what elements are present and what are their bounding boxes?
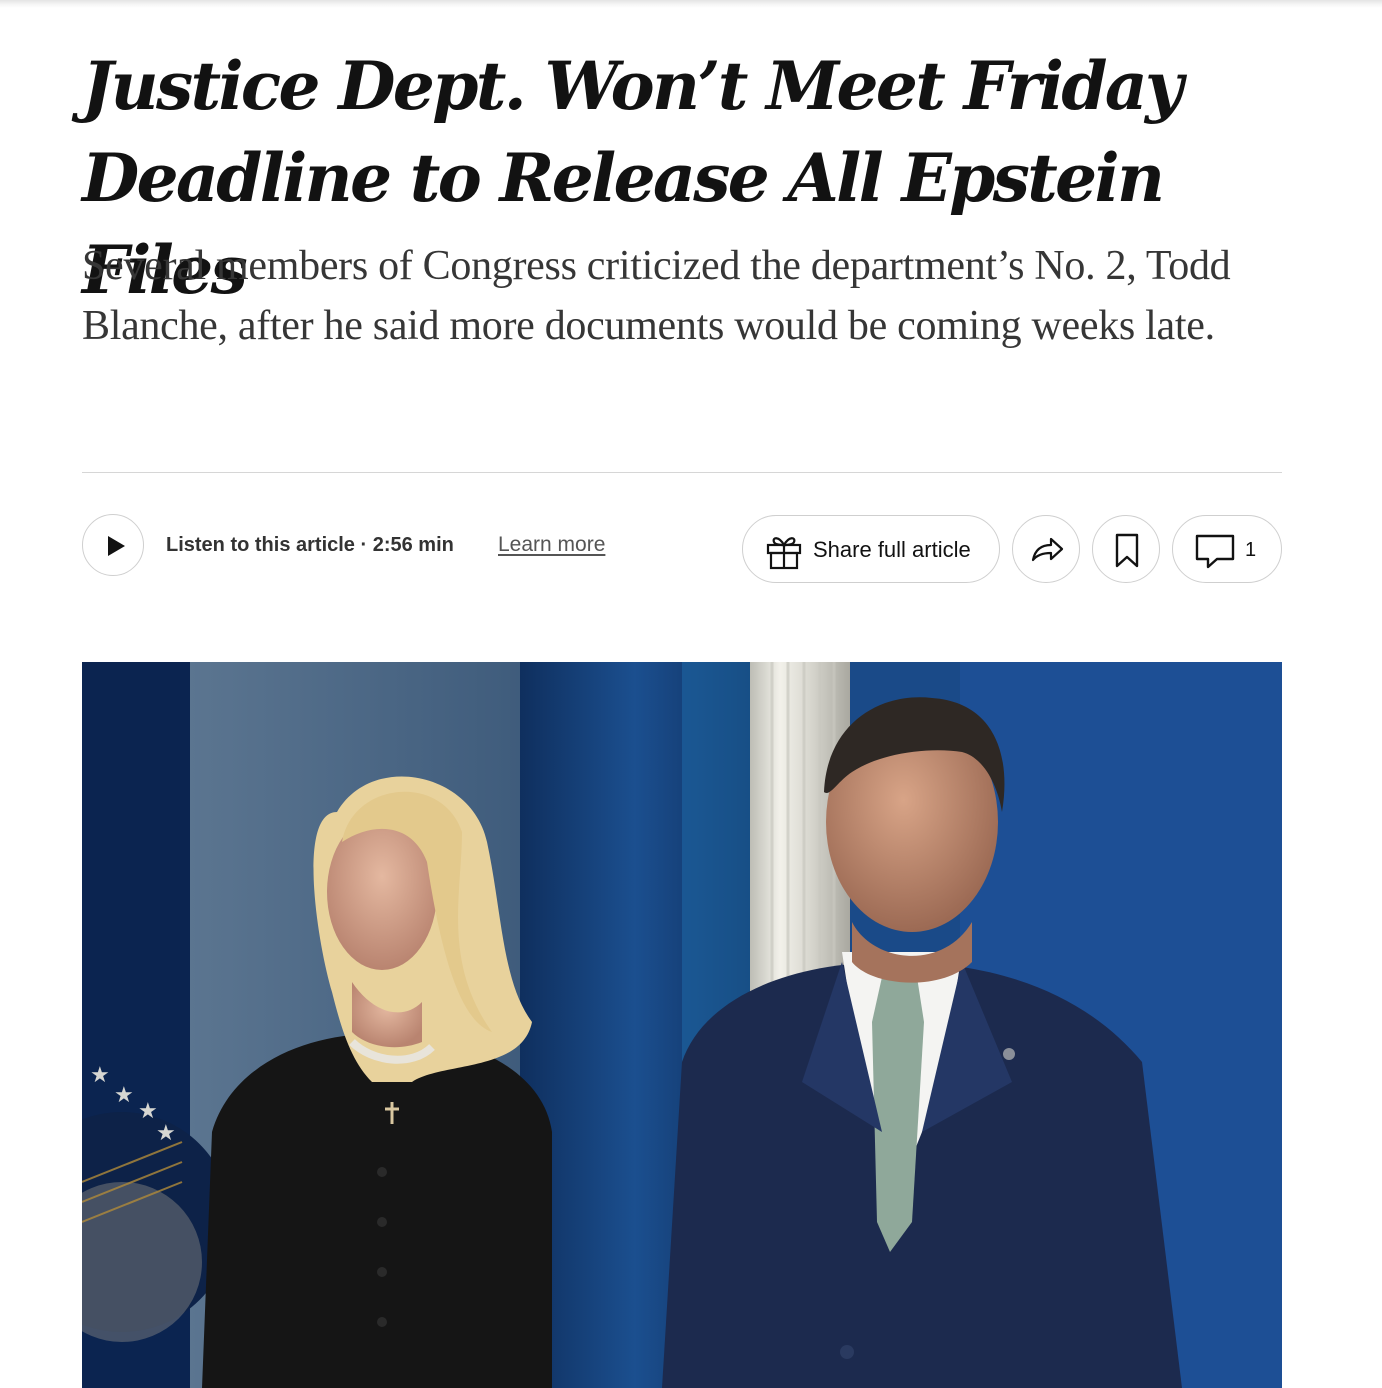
comment-count: 1 [1245, 539, 1257, 561]
svg-text:★: ★ [114, 1083, 134, 1108]
divider [82, 472, 1282, 473]
top-bar-shadow [0, 0, 1382, 8]
play-audio-button[interactable] [82, 514, 144, 576]
share-full-article-label: Share full article [813, 537, 971, 562]
listen-label: Listen to this article · 2:56 min [166, 534, 454, 556]
svg-text:★: ★ [138, 1099, 158, 1124]
svg-text:★: ★ [90, 1063, 110, 1088]
svg-text:★: ★ [156, 1121, 176, 1146]
comments-button[interactable]: 1 [1172, 515, 1282, 583]
comment-bubble-icon [1195, 534, 1235, 569]
article-toolbar: Listen to this article · 2:56 min Learn … [82, 514, 1282, 583]
lead-photo: ★ ★ ★ ★ [82, 662, 1282, 1388]
bookmark-icon [1115, 533, 1139, 568]
save-button[interactable] [1092, 515, 1160, 583]
lead-photo-image: ★ ★ ★ ★ [82, 662, 1282, 1388]
share-button[interactable] [1012, 515, 1080, 583]
play-icon [108, 536, 125, 556]
gift-icon [766, 537, 802, 570]
share-full-article-button[interactable]: Share full article [742, 515, 1000, 583]
share-arrow-icon [1031, 537, 1064, 562]
article-summary: Several members of Congress criticized t… [82, 243, 1231, 349]
learn-more-link[interactable]: Learn more [498, 533, 605, 557]
